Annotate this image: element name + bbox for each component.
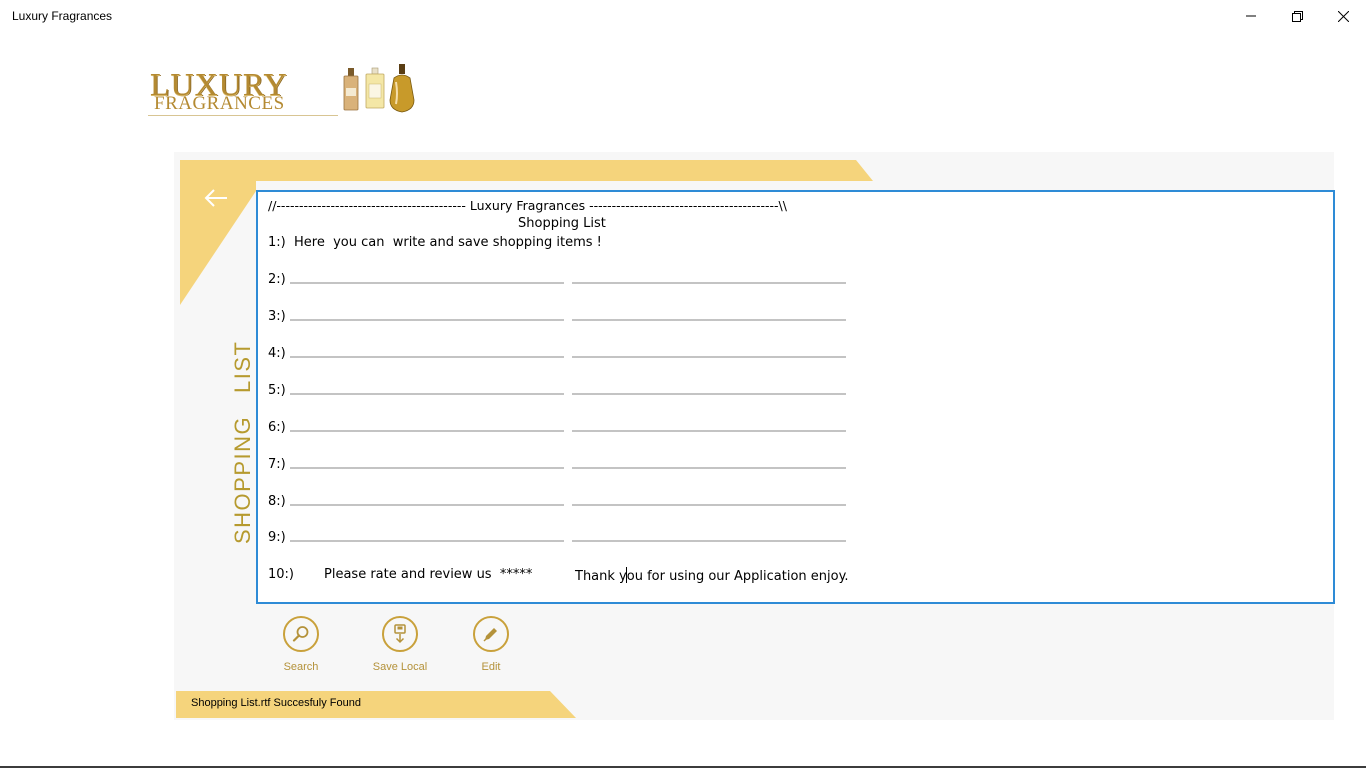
blank-line [572, 282, 846, 284]
rate-review-text: Please rate and review us ***** [324, 567, 533, 582]
row-number: 10:) [268, 567, 294, 582]
blank-line [290, 430, 564, 432]
close-icon [1337, 10, 1349, 22]
document-subtitle: Shopping List [518, 216, 606, 231]
row-number: 6:) [268, 420, 286, 435]
blank-line [290, 504, 564, 506]
logo-underline [148, 115, 338, 116]
save-download-icon [394, 624, 406, 644]
minimize-button[interactable] [1228, 0, 1274, 32]
search-label: Search [283, 661, 319, 673]
close-button[interactable] [1320, 0, 1366, 32]
row-number: 9:) [268, 530, 286, 545]
blank-line [290, 356, 564, 358]
document-editor[interactable]: //--------------------------------------… [256, 190, 1335, 604]
row-number: 5:) [268, 383, 286, 398]
blank-line [572, 393, 846, 395]
blank-line [572, 356, 846, 358]
back-arrow-icon [204, 189, 227, 207]
shopping-row: 4:) [268, 346, 868, 366]
thank-you-text: Thank you for using our Application enjo… [575, 567, 849, 584]
minimize-icon [1246, 15, 1256, 17]
edit-circle [473, 616, 509, 652]
pencil-icon [483, 628, 497, 642]
logo-text-bottom: FRAGRANCES [154, 93, 285, 114]
blank-line [572, 467, 846, 469]
edit-label: Edit [481, 661, 501, 673]
row-number: 2:) [268, 272, 286, 287]
document-header-line: //--------------------------------------… [268, 198, 787, 213]
document-first-line: 1:) Here you can write and save shopping… [268, 235, 602, 250]
row-number: 8:) [268, 494, 286, 509]
blank-line [572, 504, 846, 506]
shopping-row: 8:) [268, 494, 868, 514]
row-number: 7:) [268, 457, 286, 472]
save-local-button[interactable]: Save Local [370, 616, 430, 676]
search-circle [283, 616, 319, 652]
thank-you-text-b: ou for using our Application enjoy. [626, 569, 849, 584]
save-local-label: Save Local [372, 661, 428, 673]
blank-line [290, 540, 564, 542]
restore-button[interactable] [1274, 0, 1320, 32]
blank-line [290, 319, 564, 321]
restore-icon [1291, 10, 1303, 22]
brand-logo: LUXURY FRAGRANCES [148, 64, 418, 120]
shopping-row: 7:) [268, 457, 868, 477]
shopping-row: 2:) [268, 272, 868, 292]
back-button[interactable] [200, 184, 232, 212]
blank-line [572, 319, 846, 321]
blank-line [290, 282, 564, 284]
window-title: Luxury Fragrances [12, 9, 113, 23]
shopping-row: 5:) [268, 383, 868, 403]
edit-button[interactable]: Edit [461, 616, 521, 676]
panel-title-vertical: SHOPPING LIST [230, 340, 255, 544]
row-number: 4:) [268, 346, 286, 361]
thank-you-text-a: Thank y [575, 569, 627, 584]
perfume-bottles-icon [343, 64, 415, 113]
blank-line [290, 393, 564, 395]
save-circle [382, 616, 418, 652]
blank-line [572, 430, 846, 432]
title-bar: Luxury Fragrances [0, 0, 1366, 32]
shopping-row: 6:) [268, 420, 868, 440]
blank-line [290, 467, 564, 469]
shopping-row: 9:) [268, 530, 868, 550]
search-button[interactable]: Search [271, 616, 331, 676]
blank-line [572, 540, 846, 542]
shopping-row: 3:) [268, 309, 868, 329]
row-number: 3:) [268, 309, 286, 324]
search-icon [292, 626, 309, 642]
status-message: Shopping List.rtf Succesfuly Found [191, 697, 361, 709]
document-last-line: 10:) Please rate and review us ***** Tha… [268, 567, 1068, 587]
